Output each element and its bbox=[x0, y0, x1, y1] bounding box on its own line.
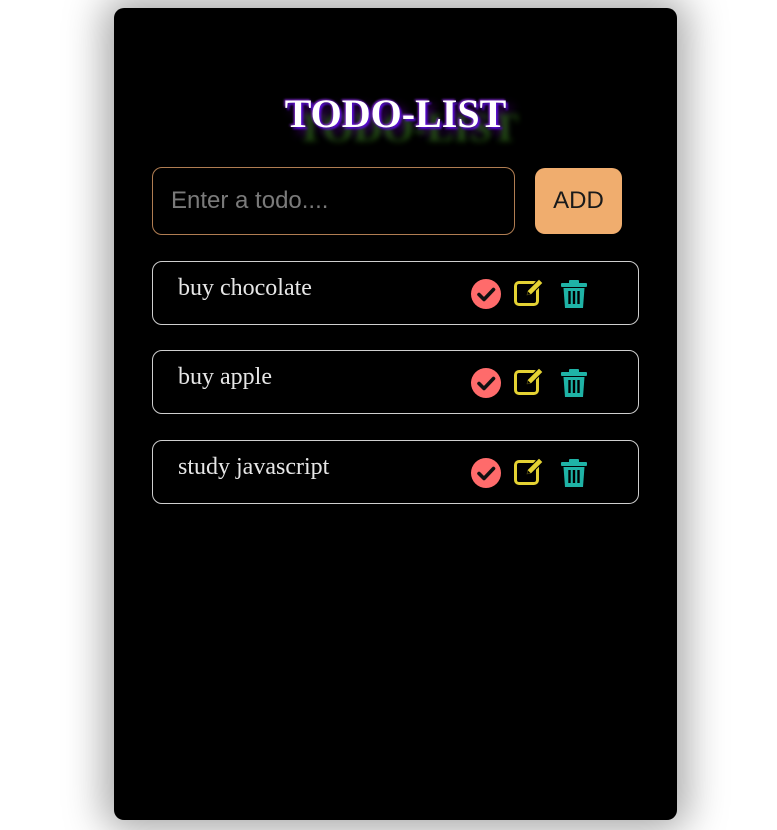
trash-icon[interactable] bbox=[558, 367, 590, 399]
edit-icon[interactable] bbox=[513, 365, 545, 397]
todo-card: TODO-LIST ADD buy chocolate bbox=[114, 8, 677, 820]
page-title: TODO-LIST bbox=[284, 91, 507, 136]
todo-text: buy chocolate bbox=[178, 275, 312, 301]
edit-icon[interactable] bbox=[513, 276, 545, 308]
check-circle-icon[interactable] bbox=[470, 457, 502, 489]
todo-item: buy chocolate bbox=[152, 261, 639, 325]
todo-item: buy apple bbox=[152, 350, 639, 414]
todo-input[interactable] bbox=[152, 167, 515, 235]
edit-icon[interactable] bbox=[513, 455, 545, 487]
trash-icon[interactable] bbox=[558, 457, 590, 489]
todo-item: study javascript bbox=[152, 440, 639, 504]
trash-icon[interactable] bbox=[558, 278, 590, 310]
add-button[interactable]: ADD bbox=[535, 168, 622, 234]
check-circle-icon[interactable] bbox=[470, 278, 502, 310]
check-circle-icon[interactable] bbox=[470, 367, 502, 399]
todo-text: study javascript bbox=[178, 454, 330, 480]
todo-text: buy apple bbox=[178, 364, 272, 390]
